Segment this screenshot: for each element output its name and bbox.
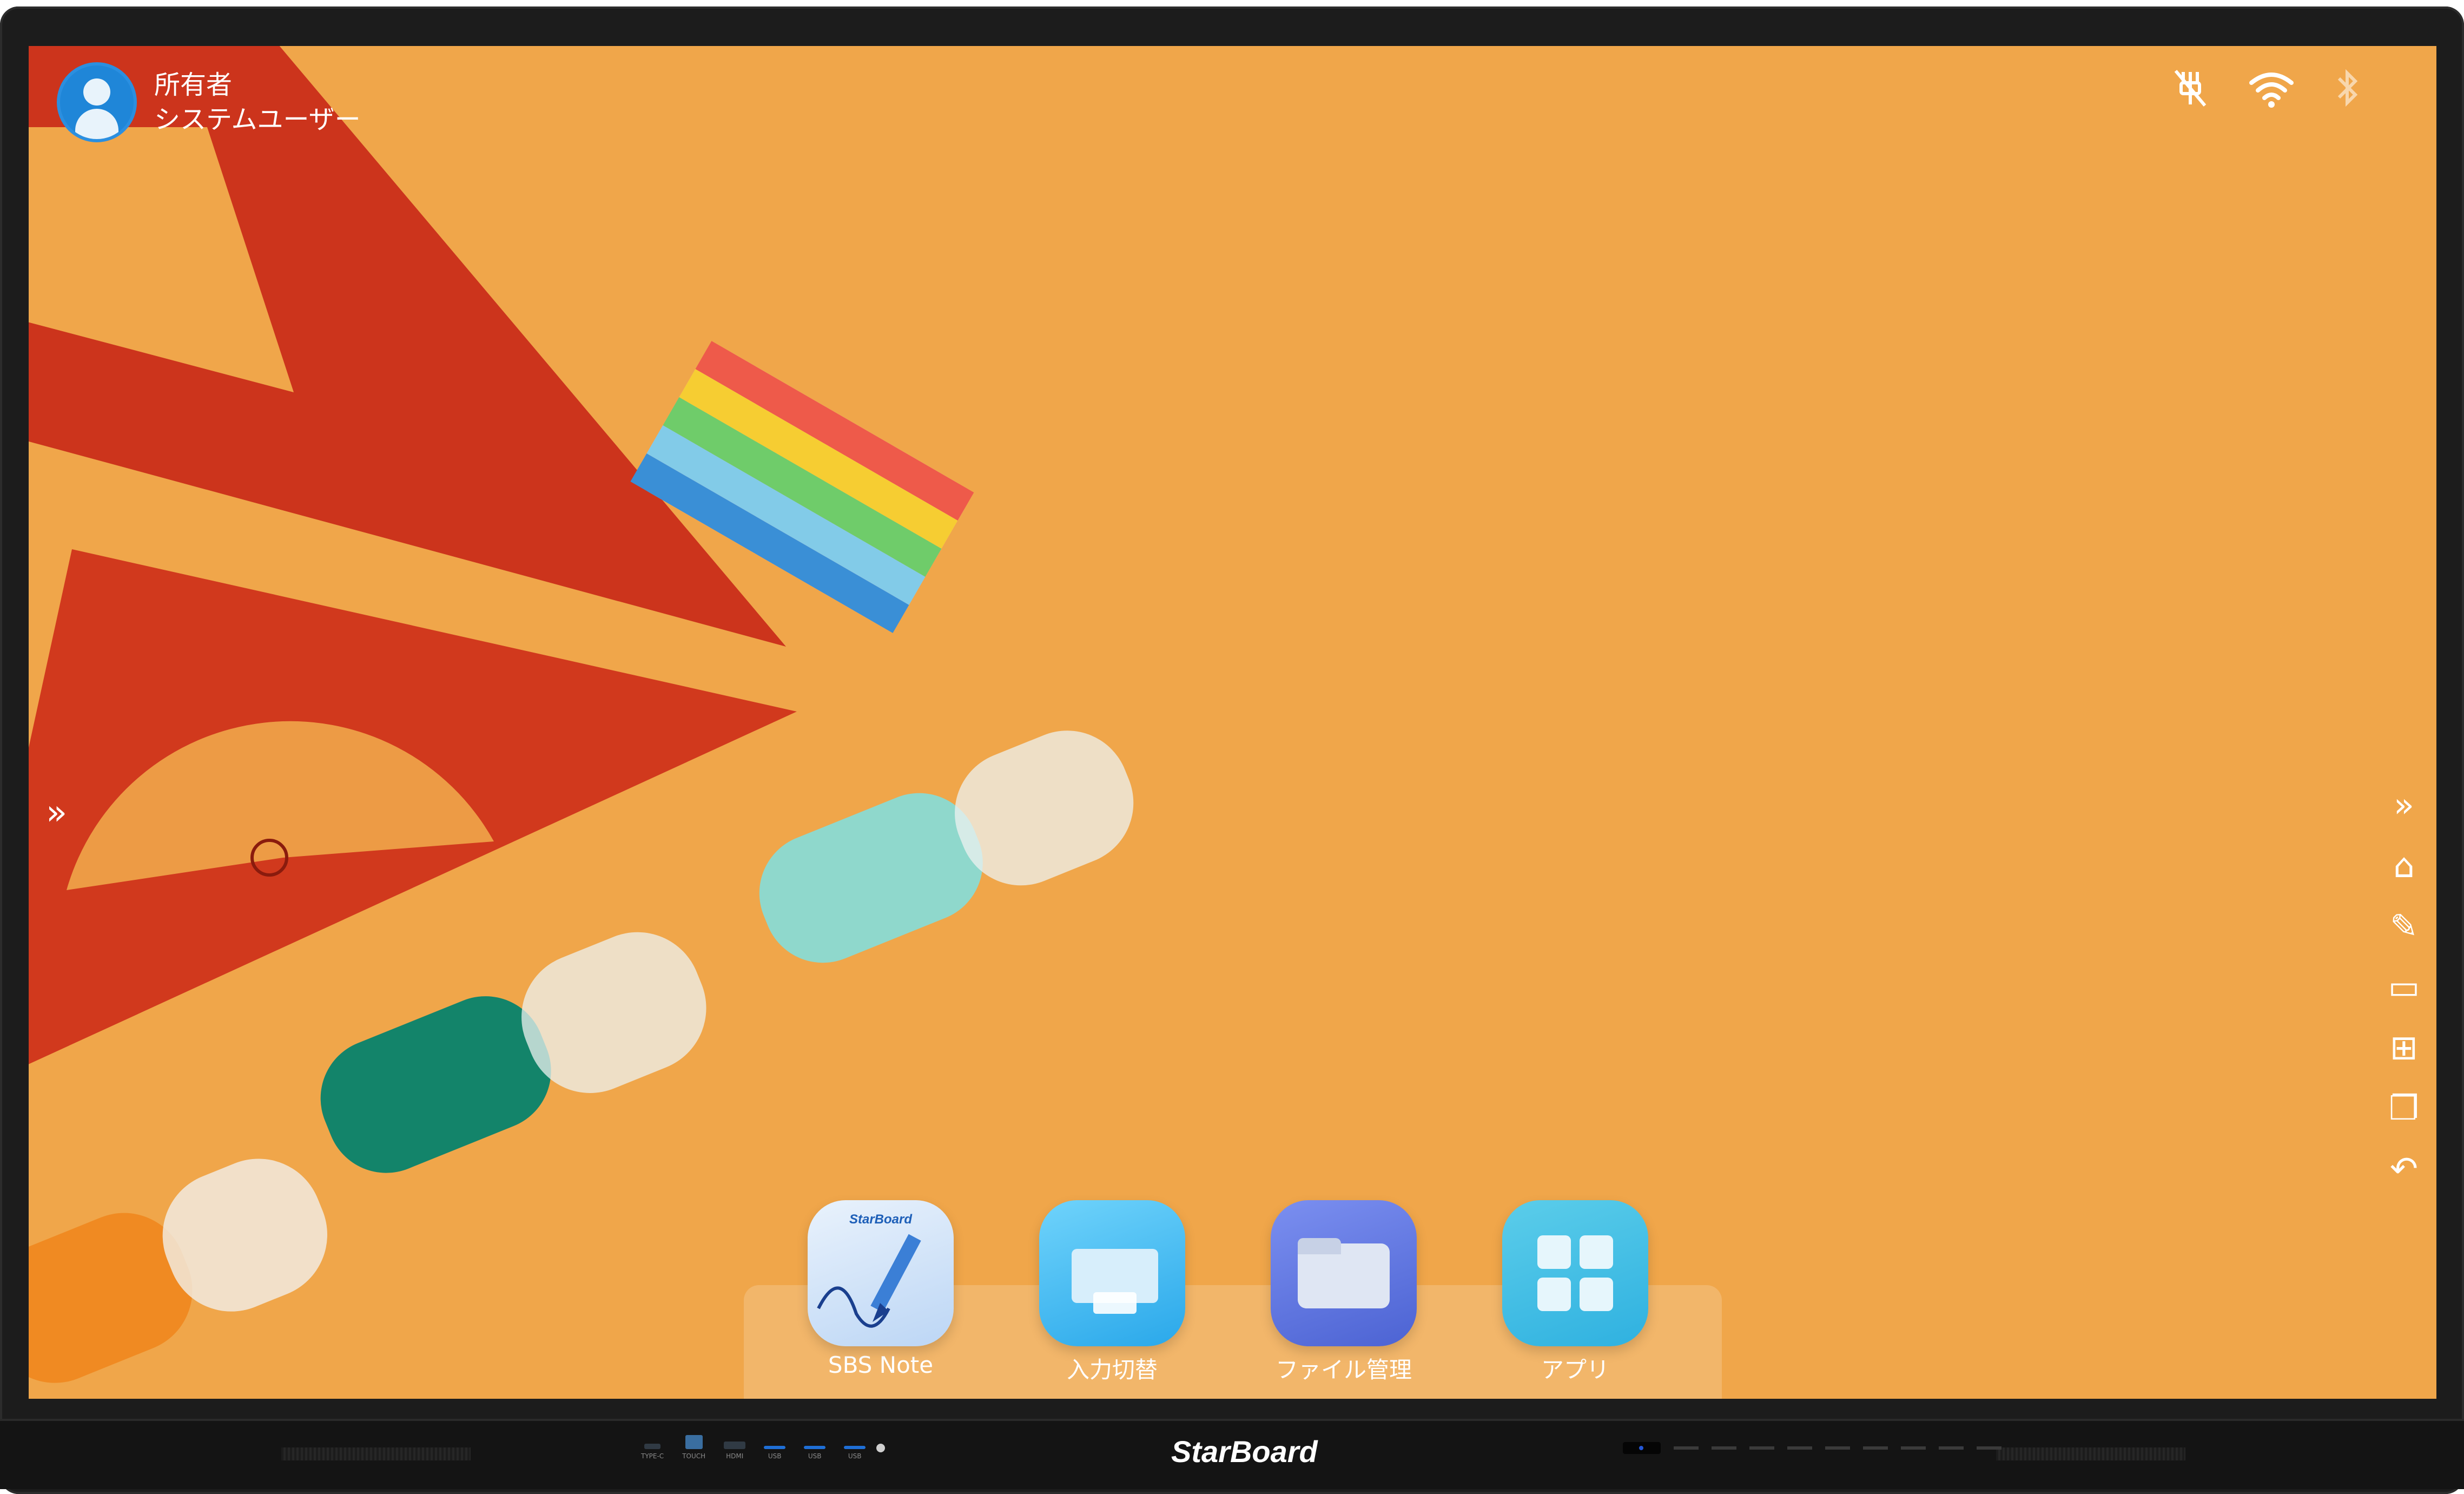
- grid-icon: ⊞: [2390, 1028, 2418, 1067]
- sbs-note-label: SBS Note: [828, 1352, 934, 1378]
- home-icon: ⌂: [2393, 846, 2415, 885]
- front-button[interactable]: [1901, 1446, 1926, 1450]
- port-hdmi: HDMI: [724, 1442, 746, 1460]
- port-touch: TOUCH: [682, 1435, 705, 1460]
- home-screen: 所有者 システムユーザー » » ⌂ ✎ ▭ ⊞ ❐ ↶ StarBoard S…: [29, 46, 2436, 1399]
- toolbar-expand-button[interactable]: »: [2385, 787, 2423, 823]
- dock-app-file-manager[interactable]: ファイル管理: [1263, 1200, 1425, 1385]
- front-button[interactable]: [1787, 1446, 1812, 1450]
- double-chevron-right-icon: »: [46, 793, 68, 833]
- sbs-note-icon: StarBoard: [808, 1200, 954, 1346]
- avatar[interactable]: [57, 62, 137, 142]
- speaker-grille-right: [1996, 1447, 2185, 1460]
- power-indicator: [876, 1444, 885, 1452]
- port-usb-2: USB: [804, 1446, 826, 1460]
- input-switch-icon: [1039, 1200, 1185, 1346]
- wifi-icon[interactable]: [2247, 67, 2296, 119]
- user-name: システムユーザー: [154, 104, 361, 135]
- back-arrow-icon: ↶: [2390, 1149, 2418, 1188]
- port-usb-3: USB: [844, 1446, 866, 1460]
- folder-icon: [1271, 1200, 1417, 1346]
- apps-label: アプリ: [1541, 1357, 1609, 1383]
- front-ports: TYPE-C TOUCH HDMI USB USB USB: [641, 1435, 866, 1460]
- laptop-icon: ▭: [2388, 967, 2420, 1006]
- toolbar-pen-button[interactable]: ✎: [2385, 909, 2423, 944]
- user-role: 所有者: [154, 70, 233, 100]
- speaker-grille-left: [281, 1447, 471, 1460]
- left-sidebar-toggle[interactable]: »: [46, 793, 67, 833]
- front-button-panel: [1623, 1442, 2001, 1454]
- dock-app-apps[interactable]: アプリ: [1494, 1200, 1656, 1385]
- front-button[interactable]: [1863, 1446, 1888, 1450]
- file-manager-label: ファイル管理: [1275, 1357, 1412, 1383]
- dock-app-input-switch[interactable]: 入力切替: [1031, 1200, 1193, 1385]
- status-bar: [2171, 67, 2361, 119]
- toolbar-back-button[interactable]: ↶: [2385, 1151, 2423, 1187]
- front-button[interactable]: [1825, 1446, 1850, 1450]
- double-chevron-right-icon: »: [2394, 785, 2414, 825]
- toolbar-screen-button[interactable]: ▭: [2385, 969, 2423, 1005]
- user-info[interactable]: 所有者 システムユーザー: [57, 62, 361, 142]
- apps-grid-icon: [1502, 1200, 1648, 1346]
- ethernet-off-icon[interactable]: [2171, 67, 2209, 119]
- toolbar-windows-button[interactable]: ❐: [2385, 1090, 2423, 1126]
- port-type-c: TYPE-C: [641, 1444, 664, 1460]
- front-button[interactable]: [1749, 1446, 1774, 1450]
- input-switch-label: 入力切替: [1066, 1357, 1158, 1383]
- bluetooth-icon[interactable]: [2334, 67, 2361, 119]
- front-button[interactable]: [1712, 1446, 1736, 1450]
- brand-logo: StarBoard: [1171, 1434, 1318, 1469]
- dock-app-sbs-note[interactable]: StarBoard SBS Note: [800, 1200, 962, 1378]
- user-text: 所有者 システムユーザー: [154, 68, 361, 137]
- front-button[interactable]: [1977, 1446, 2001, 1450]
- port-usb-1: USB: [764, 1446, 786, 1460]
- ir-sensor: [1623, 1442, 1661, 1454]
- front-button[interactable]: [1939, 1446, 1964, 1450]
- right-toolbar: » ⌂ ✎ ▭ ⊞ ❐ ↶: [2382, 787, 2426, 1187]
- pencil-icon: ✎: [2390, 906, 2418, 946]
- windows-icon: ❐: [2389, 1088, 2419, 1128]
- front-button[interactable]: [1674, 1446, 1699, 1450]
- toolbar-apps-button[interactable]: ⊞: [2385, 1030, 2423, 1065]
- wallpaper-illustration: [29, 46, 1134, 1383]
- toolbar-home-button[interactable]: ⌂: [2385, 848, 2423, 884]
